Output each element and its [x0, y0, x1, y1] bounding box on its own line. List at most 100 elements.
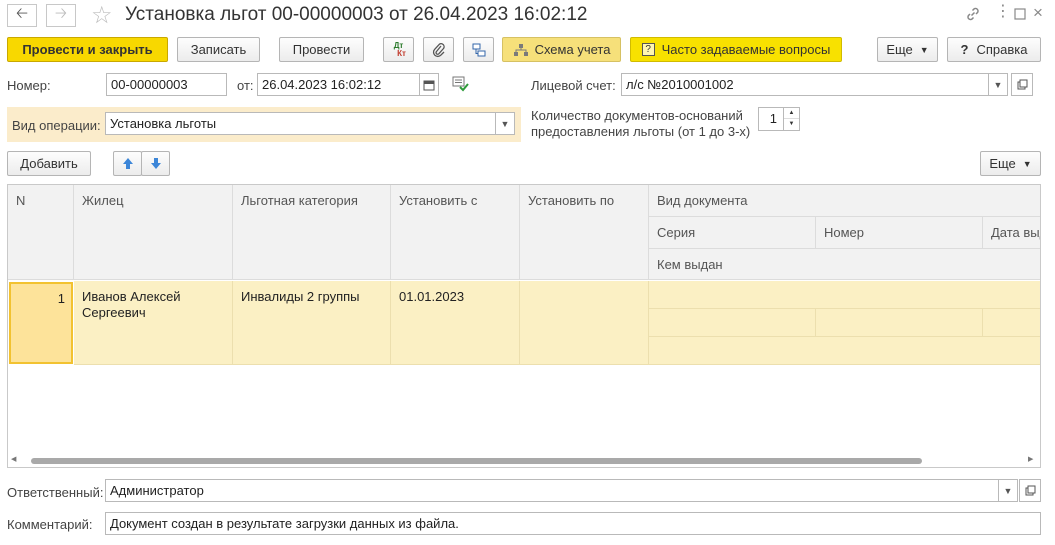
post-and-close-label: Провести и закрыть: [22, 42, 153, 57]
doc-count-label-line1: Количество документов-оснований: [531, 108, 743, 123]
responsible-field[interactable]: Администратор: [105, 479, 1001, 502]
document-structure-icon: [472, 43, 485, 56]
responsible-open-button[interactable]: [1019, 479, 1041, 502]
doc-count-spinner[interactable]: ▲ ▼: [783, 107, 800, 131]
horizontal-scrollbar[interactable]: [31, 458, 922, 464]
responsible-label: Ответственный:: [7, 485, 104, 500]
forward-button[interactable]: 🡢: [46, 4, 76, 27]
responsible-dropdown-button[interactable]: ▼: [998, 479, 1018, 502]
scheme-label: Схема учета: [534, 42, 611, 57]
kt-label: Кт: [397, 48, 406, 58]
table-more-label: Еще: [989, 156, 1016, 171]
help-label: Справка: [976, 42, 1028, 57]
save-button[interactable]: Записать: [177, 37, 260, 62]
open-icon: [1017, 79, 1027, 90]
col-header-number[interactable]: Номер: [816, 217, 983, 249]
move-up-button[interactable]: [113, 151, 142, 176]
col-header-n[interactable]: N: [8, 185, 74, 280]
question-icon: ?: [641, 43, 655, 56]
benefits-table[interactable]: N Жилец Льготная категория Установить с …: [7, 184, 1041, 468]
post-button[interactable]: Провести: [279, 37, 364, 62]
chevron-down-icon: ▼: [1003, 485, 1013, 496]
col-header-resident[interactable]: Жилец: [74, 185, 233, 280]
table-row-category[interactable]: Инвалиды 2 группы: [233, 281, 391, 365]
post-label: Провести: [292, 42, 351, 57]
col-header-from[interactable]: Установить с: [391, 185, 520, 280]
comment-field[interactable]: Документ создан в результате загрузки да…: [105, 512, 1041, 535]
account-field[interactable]: л/с №2010001002: [621, 73, 991, 96]
more-actions-button[interactable]: Еще ▼: [877, 37, 938, 62]
col-header-to[interactable]: Установить по: [520, 185, 649, 280]
more-vertical-icon[interactable]: ⋮: [995, 4, 1011, 20]
chevron-down-icon: ▼: [993, 79, 1003, 90]
back-button[interactable]: 🡠: [7, 4, 37, 27]
open-icon: [1025, 485, 1035, 496]
calendar-icon: [423, 80, 435, 90]
account-open-button[interactable]: [1011, 73, 1033, 96]
arrow-down-icon: [150, 158, 161, 169]
arrow-up-icon: [122, 158, 133, 169]
help-button[interactable]: ? Справка: [947, 37, 1041, 62]
table-row-doc-type[interactable]: [649, 281, 1040, 309]
faq-label: Часто задаваемые вопросы: [661, 42, 831, 57]
doc-count-label: Количество документов-оснований предоста…: [531, 108, 750, 140]
col-header-series[interactable]: Серия: [649, 217, 816, 249]
table-row-resident[interactable]: Иванов Алексей Сергеевич: [74, 281, 233, 365]
account-dropdown-button[interactable]: ▼: [988, 73, 1008, 96]
structure-button[interactable]: [463, 37, 494, 62]
save-label: Записать: [190, 42, 247, 57]
more-actions-label: Еще: [886, 42, 913, 57]
doc-count-label-line2: предоставления льготы (от 1 до 3-х): [531, 124, 751, 139]
spinner-down-icon[interactable]: ▼: [784, 119, 799, 130]
add-label: Добавить: [20, 156, 78, 171]
arrow-left-icon: 🡠: [15, 5, 29, 22]
date-label: от:: [237, 78, 254, 93]
maximize-icon[interactable]: [1014, 7, 1026, 24]
post-and-close-button[interactable]: Провести и закрыть: [7, 37, 168, 62]
accounting-scheme-button[interactable]: Схема учета: [502, 37, 621, 62]
attach-button[interactable]: [423, 37, 454, 62]
table-row-to[interactable]: [520, 281, 649, 365]
scroll-left-icon[interactable]: ◀: [11, 455, 16, 463]
date-field[interactable]: 26.04.2023 16:02:12: [257, 73, 420, 96]
col-header-issued-by[interactable]: Кем выдан: [649, 249, 1040, 280]
table-row-issued-by[interactable]: [649, 337, 1040, 365]
dt-kt-button[interactable]: Дт Кт: [383, 37, 414, 62]
add-button[interactable]: Добавить: [7, 151, 91, 176]
doc-count-field[interactable]: 1: [758, 107, 784, 131]
dt-kt-icon: Дт Кт: [391, 41, 406, 58]
table-row-n[interactable]: 1: [9, 282, 73, 364]
close-icon[interactable]: ×: [1033, 3, 1043, 23]
chevron-down-icon: ▼: [500, 118, 510, 129]
col-header-category[interactable]: Льготная категория: [233, 185, 391, 280]
calendar-button[interactable]: [419, 73, 439, 96]
table-row-from[interactable]: 01.01.2023: [391, 281, 520, 365]
table-row-issue-date[interactable]: [983, 309, 1040, 337]
account-label: Лицевой счет:: [531, 78, 616, 93]
move-down-button[interactable]: [141, 151, 170, 176]
operation-label: Вид операции:: [12, 118, 101, 133]
comment-label: Комментарий:: [7, 517, 93, 532]
number-field[interactable]: 00-00000003: [106, 73, 227, 96]
operation-field[interactable]: Установка льготы: [105, 112, 497, 135]
arrow-right-icon: 🡢: [54, 5, 68, 22]
paperclip-icon: [432, 42, 445, 57]
favorite-star-icon[interactable]: ☆: [91, 1, 113, 30]
spinner-up-icon[interactable]: ▲: [784, 108, 799, 119]
window-title: Установка льгот 00-00000003 от 26.04.202…: [125, 4, 588, 25]
link-icon[interactable]: [965, 6, 981, 26]
faq-button[interactable]: ? Часто задаваемые вопросы: [630, 37, 842, 62]
question-mark-icon: ?: [960, 42, 969, 57]
table-row-number[interactable]: [816, 309, 983, 337]
scheme-icon: [513, 43, 528, 56]
number-label: Номер:: [7, 78, 51, 93]
operation-dropdown-button[interactable]: ▼: [495, 112, 515, 135]
table-more-button[interactable]: Еще ▼: [980, 151, 1041, 176]
col-header-doc-type[interactable]: Вид документа: [649, 185, 1040, 217]
table-row-series[interactable]: [649, 309, 816, 337]
col-header-issue-date[interactable]: Дата выд: [983, 217, 1040, 249]
chevron-down-icon: ▼: [919, 44, 929, 55]
scroll-right-icon[interactable]: ▶: [1028, 455, 1033, 463]
posted-status-icon[interactable]: [452, 76, 470, 95]
chevron-down-icon: ▼: [1022, 158, 1032, 169]
